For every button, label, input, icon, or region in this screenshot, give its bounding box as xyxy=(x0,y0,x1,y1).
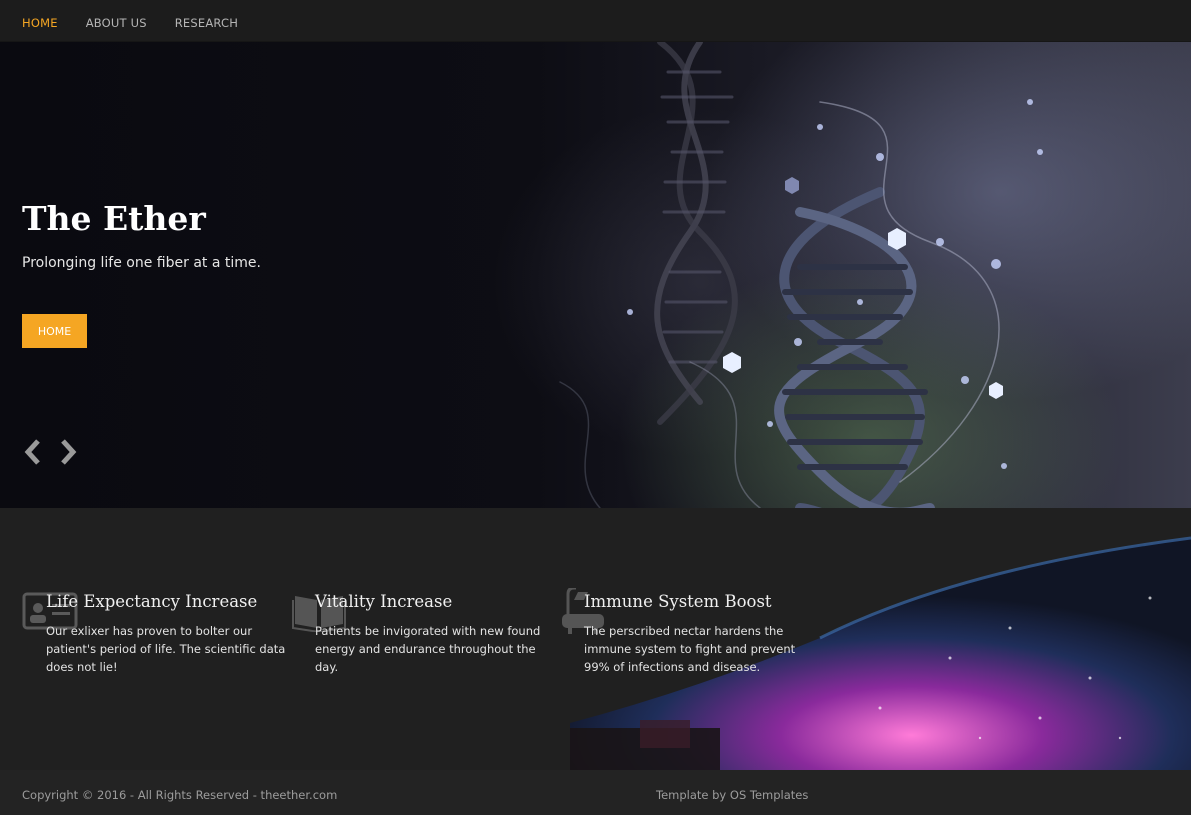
footer-template-credit-link[interactable]: Template by OS Templates xyxy=(656,788,808,802)
hero-slider: The Ether Prolonging life one fiber at a… xyxy=(0,42,1191,508)
nav-item-about-us[interactable]: ABOUT US xyxy=(86,16,147,30)
chevron-right-icon[interactable] xyxy=(57,438,79,466)
feature-immune-system: Immune System Boost The perscribed necta… xyxy=(562,586,824,676)
features-section: Life Expectancy Increase Our exlixer has… xyxy=(0,508,1191,770)
hero-home-button[interactable]: HOME xyxy=(22,314,87,348)
hero-subtitle: Prolonging life one fiber at a time. xyxy=(22,255,261,271)
feature-title: Vitality Increase xyxy=(315,592,453,611)
nav-item-research[interactable]: RESEARCH xyxy=(175,16,238,30)
hero-title: The Ether xyxy=(22,199,206,238)
footer-copyright: Copyright © 2016 - All Rights Reserved -… xyxy=(22,788,338,802)
top-navigation: HOME ABOUT US RESEARCH xyxy=(0,0,1191,42)
feature-text: Patients be invigorated with new found e… xyxy=(315,624,541,674)
feature-text: The perscribed nectar hardens the immune… xyxy=(584,624,796,674)
dna-background-image xyxy=(559,42,1043,508)
feature-title: Life Expectancy Increase xyxy=(46,592,258,611)
page-footer: Copyright © 2016 - All Rights Reserved -… xyxy=(0,770,1191,815)
chevron-left-icon[interactable] xyxy=(22,438,44,466)
feature-life-expectancy: Life Expectancy Increase Our exlixer has… xyxy=(22,592,286,676)
feature-title: Immune System Boost xyxy=(584,592,772,611)
nav-item-home[interactable]: HOME xyxy=(22,16,58,30)
nav-menu: HOME ABOUT US RESEARCH xyxy=(0,0,1191,42)
feature-vitality: Vitality Increase Patients be invigorate… xyxy=(292,592,555,676)
feature-text: Our exlixer has proven to bolter our pat… xyxy=(46,624,286,674)
